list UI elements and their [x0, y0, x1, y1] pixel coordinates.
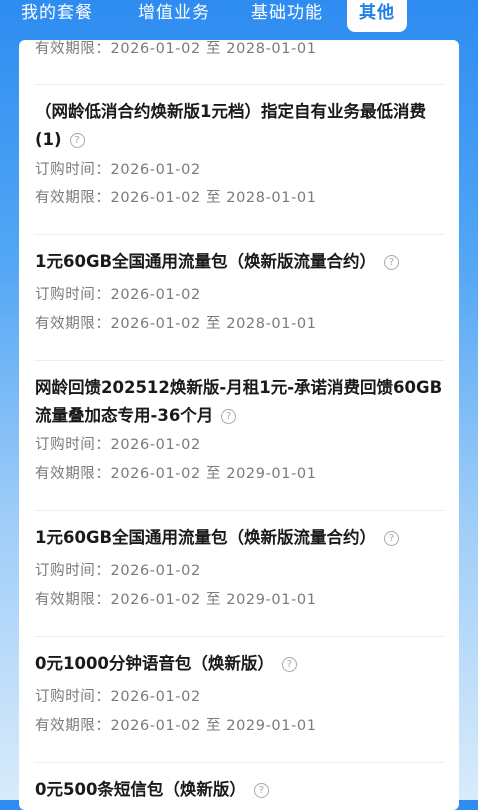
divider	[34, 360, 444, 361]
package-title: 网龄回馈202512焕新版-月租1元-承诺消费回馈60GB流量叠加态专用-36个…	[35, 374, 445, 430]
divider	[34, 762, 444, 763]
validity-value: 2026-01-02 至 2028-01-01	[110, 41, 317, 57]
divider	[34, 84, 444, 85]
order-time-text: 订购时间：2026-01-02	[35, 559, 201, 580]
order-time-value: 2026-01-02	[110, 689, 201, 705]
tab-value-added[interactable]: 增值业务	[132, 0, 216, 32]
help-circle-icon[interactable]: ?	[253, 783, 269, 798]
package-title-text: 网龄回馈202512焕新版-月租1元-承诺消费回馈60GB流量叠加态专用-36个…	[35, 378, 443, 425]
order-time-value: 2026-01-02	[110, 287, 201, 303]
order-time-label: 订购时间：	[35, 162, 111, 178]
package-title-text: 1元60GB全国通用流量包（焕新版流量合约）	[35, 252, 377, 271]
order-time-value: 2026-01-02	[110, 162, 201, 178]
package-title: （网龄低消合约焕新版1元档）指定自有业务最低消费(1)?	[35, 98, 445, 154]
help-circle-icon[interactable]: ?	[384, 531, 400, 546]
divider	[34, 510, 444, 511]
package-title: 1元60GB全国通用流量包（焕新版流量合约）?	[35, 524, 445, 552]
package-title-text: 0元500条短信包（焕新版）	[35, 780, 246, 799]
validity-label: 有效期限：	[35, 316, 111, 332]
validity-text: 有效期限：2026-01-02 至 2028-01-01	[35, 186, 317, 207]
validity-value: 2026-01-02 至 2029-01-01	[110, 592, 317, 608]
validity-label: 有效期限：	[35, 466, 111, 482]
validity-label: 有效期限：	[35, 41, 111, 57]
order-time-text: 订购时间：2026-01-02	[35, 158, 201, 179]
validity-value: 2026-01-02 至 2028-01-01	[110, 190, 317, 206]
order-time-text: 订购时间：2026-01-02	[35, 283, 201, 304]
tab-other[interactable]: 其他	[347, 0, 407, 32]
help-circle-icon[interactable]: ?	[384, 255, 400, 270]
order-time-label: 订购时间：	[35, 563, 111, 579]
help-circle-icon[interactable]: ?	[221, 409, 237, 424]
divider	[34, 636, 444, 637]
package-title-text: 1元60GB全国通用流量包（焕新版流量合约）	[35, 528, 377, 547]
validity-text: 有效期限：2026-01-02 至 2029-01-01	[35, 714, 317, 735]
package-title-text: 0元1000分钟语音包（焕新版）	[35, 654, 274, 673]
help-circle-icon[interactable]: ?	[281, 657, 297, 672]
divider	[34, 234, 444, 235]
validity-text: 有效期限：2026-01-02 至 2028-01-01	[35, 40, 317, 58]
order-time-label: 订购时间：	[35, 287, 111, 303]
tab-basic-functions[interactable]: 基础功能	[247, 0, 327, 32]
order-time-text: 订购时间：2026-01-02	[35, 433, 201, 454]
validity-text: 有效期限：2026-01-02 至 2028-01-01	[35, 312, 317, 333]
validity-label: 有效期限：	[35, 718, 111, 734]
order-time-value: 2026-01-02	[110, 563, 201, 579]
order-time-text: 订购时间：2026-01-02	[35, 685, 201, 706]
help-circle-icon[interactable]: ?	[69, 133, 85, 148]
package-title-text: （网龄低消合约焕新版1元档）指定自有业务最低消费(1)	[35, 102, 426, 149]
validity-label: 有效期限：	[35, 592, 111, 608]
validity-value: 2026-01-02 至 2029-01-01	[110, 466, 317, 482]
tab-bar: 我的套餐 增值业务 基础功能 其他	[0, 0, 478, 36]
package-title: 1元60GB全国通用流量包（焕新版流量合约）?	[35, 248, 445, 276]
order-time-label: 订购时间：	[35, 689, 111, 705]
package-title: 0元1000分钟语音包（焕新版）?	[35, 650, 445, 678]
tab-my-plan[interactable]: 我的套餐	[17, 0, 97, 32]
validity-text: 有效期限：2026-01-02 至 2029-01-01	[35, 588, 317, 609]
validity-label: 有效期限：	[35, 190, 111, 206]
validity-value: 2026-01-02 至 2028-01-01	[110, 316, 317, 332]
validity-text: 有效期限：2026-01-02 至 2029-01-01	[35, 462, 317, 483]
order-time-label: 订购时间：	[35, 437, 111, 453]
package-list-card: 有效期限：2026-01-02 至 2028-01-01 （网龄低消合约焕新版1…	[19, 40, 459, 810]
order-time-value: 2026-01-02	[110, 437, 201, 453]
validity-value: 2026-01-02 至 2029-01-01	[110, 718, 317, 734]
